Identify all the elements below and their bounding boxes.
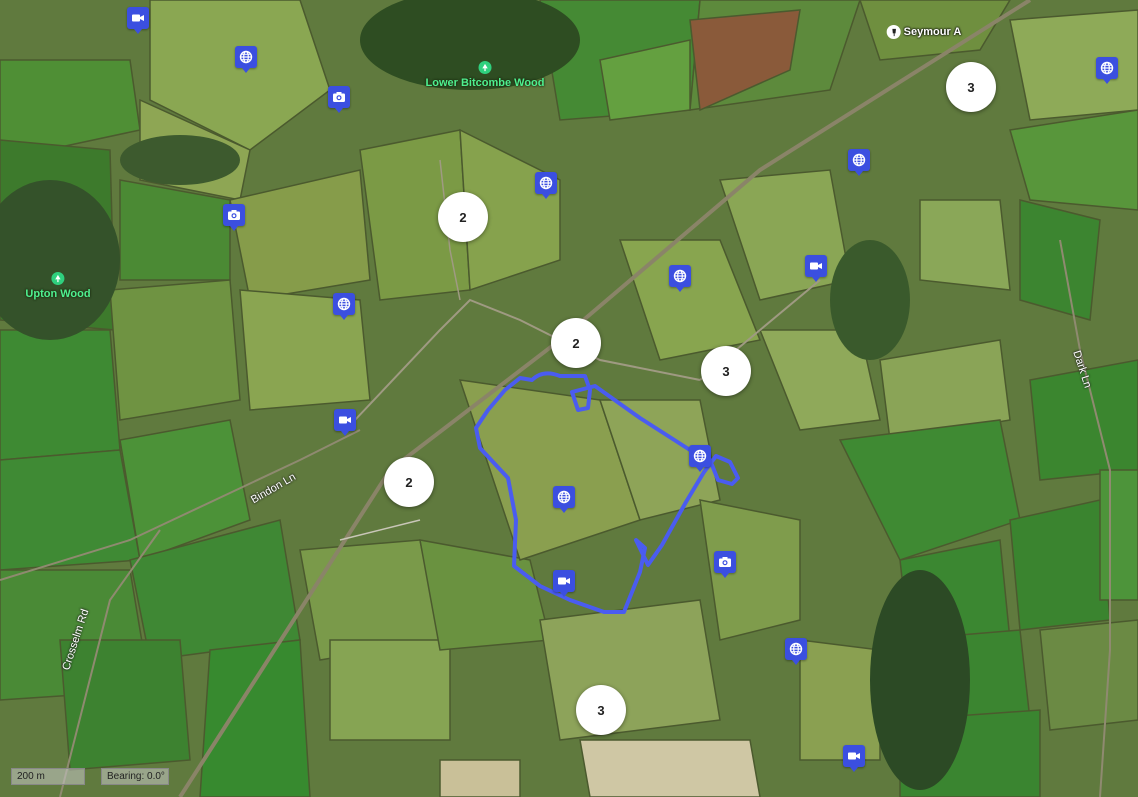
satellite-imagery xyxy=(0,0,1138,797)
video-marker[interactable] xyxy=(805,255,827,282)
video-camera-icon xyxy=(337,412,353,428)
place-name: Upton Wood xyxy=(25,288,91,300)
web-marker[interactable] xyxy=(1096,57,1118,84)
web-marker[interactable] xyxy=(553,486,575,513)
bearing-indicator[interactable]: Bearing: 0.0° xyxy=(101,768,169,785)
video-marker[interactable] xyxy=(127,7,149,34)
camera-icon xyxy=(717,554,733,570)
globe-icon xyxy=(851,152,867,168)
marker-cluster[interactable]: 2 xyxy=(384,457,434,507)
video-camera-icon xyxy=(808,258,824,274)
video-marker[interactable] xyxy=(553,570,575,597)
place-label-lower-bitcombe-wood: Lower Bitcombe Wood xyxy=(425,61,545,89)
globe-icon xyxy=(788,641,804,657)
place-name: Lower Bitcombe Wood xyxy=(425,77,545,89)
marker-cluster[interactable]: 3 xyxy=(946,62,996,112)
camera-icon xyxy=(226,207,242,223)
web-marker[interactable] xyxy=(235,46,257,73)
tree-icon xyxy=(51,272,65,285)
web-marker[interactable] xyxy=(785,638,807,665)
video-camera-icon xyxy=(556,573,572,589)
photo-marker[interactable] xyxy=(328,86,350,113)
video-marker[interactable] xyxy=(334,409,356,436)
globe-icon xyxy=(672,268,688,284)
poi-seymour[interactable]: Seymour A xyxy=(886,25,962,39)
globe-icon xyxy=(538,175,554,191)
marker-cluster[interactable]: 3 xyxy=(701,346,751,396)
poi-name: Seymour A xyxy=(903,26,962,38)
web-marker[interactable] xyxy=(689,445,711,472)
video-marker[interactable] xyxy=(843,745,865,772)
video-camera-icon xyxy=(130,10,146,26)
marker-cluster[interactable]: 3 xyxy=(576,685,626,735)
marker-cluster[interactable]: 2 xyxy=(438,192,488,242)
photo-marker[interactable] xyxy=(223,204,245,231)
marker-cluster[interactable]: 2 xyxy=(551,318,601,368)
tree-icon xyxy=(478,61,492,74)
video-camera-icon xyxy=(846,748,862,764)
place-label-upton-wood: Upton Wood xyxy=(25,272,91,300)
satellite-map[interactable]: Lower Bitcombe Wood Upton Wood Seymour A… xyxy=(0,0,1138,797)
web-marker[interactable] xyxy=(535,172,557,199)
globe-icon xyxy=(238,49,254,65)
globe-icon xyxy=(692,448,708,464)
scale-bar: 200 m xyxy=(11,768,85,785)
web-marker[interactable] xyxy=(669,265,691,292)
globe-icon xyxy=(556,489,572,505)
pub-icon xyxy=(886,25,901,39)
web-marker[interactable] xyxy=(333,293,355,320)
photo-marker[interactable] xyxy=(714,551,736,578)
globe-icon xyxy=(1099,60,1115,76)
camera-icon xyxy=(331,89,347,105)
globe-icon xyxy=(336,296,352,312)
web-marker[interactable] xyxy=(848,149,870,176)
